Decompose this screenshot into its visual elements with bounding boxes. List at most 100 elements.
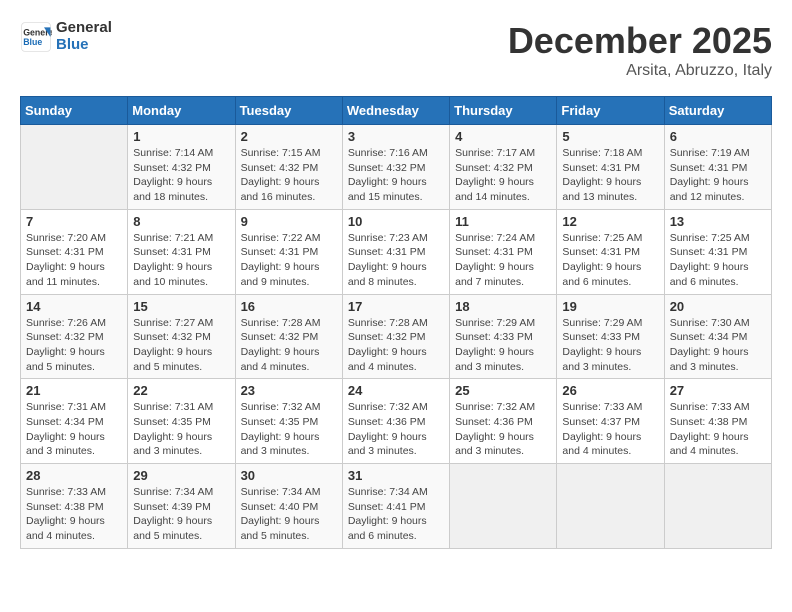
day-info: Sunrise: 7:34 AM Sunset: 4:41 PM Dayligh… [348,485,444,544]
calendar-cell: 22 Sunrise: 7:31 AM Sunset: 4:35 PM Dayl… [128,379,235,464]
weekday-header: Friday [557,97,664,125]
day-number: 30 [241,468,337,483]
day-number: 5 [562,129,658,144]
day-info: Sunrise: 7:14 AM Sunset: 4:32 PM Dayligh… [133,146,229,205]
calendar-cell: 21 Sunrise: 7:31 AM Sunset: 4:34 PM Dayl… [21,379,128,464]
day-number: 11 [455,214,551,229]
day-number: 26 [562,383,658,398]
logo-icon: General Blue [20,21,52,53]
page-header: General Blue General Blue December 2025 … [20,20,772,80]
day-info: Sunrise: 7:19 AM Sunset: 4:31 PM Dayligh… [670,146,766,205]
calendar-cell: 13 Sunrise: 7:25 AM Sunset: 4:31 PM Dayl… [664,209,771,294]
day-number: 4 [455,129,551,144]
day-number: 1 [133,129,229,144]
weekday-header: Thursday [450,97,557,125]
calendar-cell: 26 Sunrise: 7:33 AM Sunset: 4:37 PM Dayl… [557,379,664,464]
day-info: Sunrise: 7:32 AM Sunset: 4:36 PM Dayligh… [455,400,551,459]
calendar-cell: 31 Sunrise: 7:34 AM Sunset: 4:41 PM Dayl… [342,464,449,549]
calendar-table: SundayMondayTuesdayWednesdayThursdayFrid… [20,96,772,549]
day-number: 28 [26,468,122,483]
calendar-cell: 3 Sunrise: 7:16 AM Sunset: 4:32 PM Dayli… [342,125,449,210]
day-number: 16 [241,299,337,314]
day-info: Sunrise: 7:29 AM Sunset: 4:33 PM Dayligh… [455,316,551,375]
day-info: Sunrise: 7:25 AM Sunset: 4:31 PM Dayligh… [562,231,658,290]
day-number: 15 [133,299,229,314]
day-number: 27 [670,383,766,398]
calendar-cell: 11 Sunrise: 7:24 AM Sunset: 4:31 PM Dayl… [450,209,557,294]
day-number: 14 [26,299,122,314]
day-info: Sunrise: 7:34 AM Sunset: 4:40 PM Dayligh… [241,485,337,544]
calendar-cell: 1 Sunrise: 7:14 AM Sunset: 4:32 PM Dayli… [128,125,235,210]
calendar-cell: 5 Sunrise: 7:18 AM Sunset: 4:31 PM Dayli… [557,125,664,210]
weekday-header: Monday [128,97,235,125]
weekday-header: Wednesday [342,97,449,125]
day-info: Sunrise: 7:25 AM Sunset: 4:31 PM Dayligh… [670,231,766,290]
calendar-week-row: 1 Sunrise: 7:14 AM Sunset: 4:32 PM Dayli… [21,125,772,210]
calendar-cell: 28 Sunrise: 7:33 AM Sunset: 4:38 PM Dayl… [21,464,128,549]
day-info: Sunrise: 7:20 AM Sunset: 4:31 PM Dayligh… [26,231,122,290]
calendar-cell: 29 Sunrise: 7:34 AM Sunset: 4:39 PM Dayl… [128,464,235,549]
day-number: 2 [241,129,337,144]
day-info: Sunrise: 7:17 AM Sunset: 4:32 PM Dayligh… [455,146,551,205]
calendar-cell [664,464,771,549]
calendar-cell [21,125,128,210]
calendar-cell: 15 Sunrise: 7:27 AM Sunset: 4:32 PM Dayl… [128,294,235,379]
calendar-cell: 9 Sunrise: 7:22 AM Sunset: 4:31 PM Dayli… [235,209,342,294]
calendar-cell: 4 Sunrise: 7:17 AM Sunset: 4:32 PM Dayli… [450,125,557,210]
title-block: December 2025 Arsita, Abruzzo, Italy [508,20,772,80]
day-info: Sunrise: 7:31 AM Sunset: 4:34 PM Dayligh… [26,400,122,459]
logo: General Blue General Blue [20,20,112,53]
day-number: 24 [348,383,444,398]
day-number: 25 [455,383,551,398]
day-number: 10 [348,214,444,229]
day-info: Sunrise: 7:16 AM Sunset: 4:32 PM Dayligh… [348,146,444,205]
calendar-cell: 18 Sunrise: 7:29 AM Sunset: 4:33 PM Dayl… [450,294,557,379]
day-number: 3 [348,129,444,144]
weekday-header: Saturday [664,97,771,125]
day-info: Sunrise: 7:18 AM Sunset: 4:31 PM Dayligh… [562,146,658,205]
calendar-week-row: 21 Sunrise: 7:31 AM Sunset: 4:34 PM Dayl… [21,379,772,464]
month-title: December 2025 [508,20,772,62]
day-info: Sunrise: 7:32 AM Sunset: 4:35 PM Dayligh… [241,400,337,459]
day-number: 23 [241,383,337,398]
day-info: Sunrise: 7:15 AM Sunset: 4:32 PM Dayligh… [241,146,337,205]
location-title: Arsita, Abruzzo, Italy [508,62,772,80]
day-number: 8 [133,214,229,229]
day-number: 31 [348,468,444,483]
calendar-cell: 10 Sunrise: 7:23 AM Sunset: 4:31 PM Dayl… [342,209,449,294]
calendar-cell: 30 Sunrise: 7:34 AM Sunset: 4:40 PM Dayl… [235,464,342,549]
calendar-cell: 7 Sunrise: 7:20 AM Sunset: 4:31 PM Dayli… [21,209,128,294]
calendar-cell: 25 Sunrise: 7:32 AM Sunset: 4:36 PM Dayl… [450,379,557,464]
day-number: 9 [241,214,337,229]
day-info: Sunrise: 7:26 AM Sunset: 4:32 PM Dayligh… [26,316,122,375]
day-number: 12 [562,214,658,229]
day-info: Sunrise: 7:24 AM Sunset: 4:31 PM Dayligh… [455,231,551,290]
day-number: 7 [26,214,122,229]
day-info: Sunrise: 7:32 AM Sunset: 4:36 PM Dayligh… [348,400,444,459]
day-number: 17 [348,299,444,314]
calendar-cell: 6 Sunrise: 7:19 AM Sunset: 4:31 PM Dayli… [664,125,771,210]
day-info: Sunrise: 7:33 AM Sunset: 4:37 PM Dayligh… [562,400,658,459]
calendar-cell: 16 Sunrise: 7:28 AM Sunset: 4:32 PM Dayl… [235,294,342,379]
svg-text:Blue: Blue [23,37,42,47]
day-number: 19 [562,299,658,314]
day-number: 18 [455,299,551,314]
day-info: Sunrise: 7:23 AM Sunset: 4:31 PM Dayligh… [348,231,444,290]
day-info: Sunrise: 7:28 AM Sunset: 4:32 PM Dayligh… [348,316,444,375]
calendar-cell: 17 Sunrise: 7:28 AM Sunset: 4:32 PM Dayl… [342,294,449,379]
calendar-week-row: 28 Sunrise: 7:33 AM Sunset: 4:38 PM Dayl… [21,464,772,549]
day-number: 21 [26,383,122,398]
day-number: 20 [670,299,766,314]
logo-text-line1: General [56,20,112,37]
day-number: 13 [670,214,766,229]
day-info: Sunrise: 7:27 AM Sunset: 4:32 PM Dayligh… [133,316,229,375]
calendar-cell: 23 Sunrise: 7:32 AM Sunset: 4:35 PM Dayl… [235,379,342,464]
day-info: Sunrise: 7:30 AM Sunset: 4:34 PM Dayligh… [670,316,766,375]
calendar-week-row: 7 Sunrise: 7:20 AM Sunset: 4:31 PM Dayli… [21,209,772,294]
weekday-header: Tuesday [235,97,342,125]
calendar-cell: 2 Sunrise: 7:15 AM Sunset: 4:32 PM Dayli… [235,125,342,210]
day-info: Sunrise: 7:33 AM Sunset: 4:38 PM Dayligh… [26,485,122,544]
calendar-week-row: 14 Sunrise: 7:26 AM Sunset: 4:32 PM Dayl… [21,294,772,379]
calendar-cell [450,464,557,549]
day-number: 22 [133,383,229,398]
